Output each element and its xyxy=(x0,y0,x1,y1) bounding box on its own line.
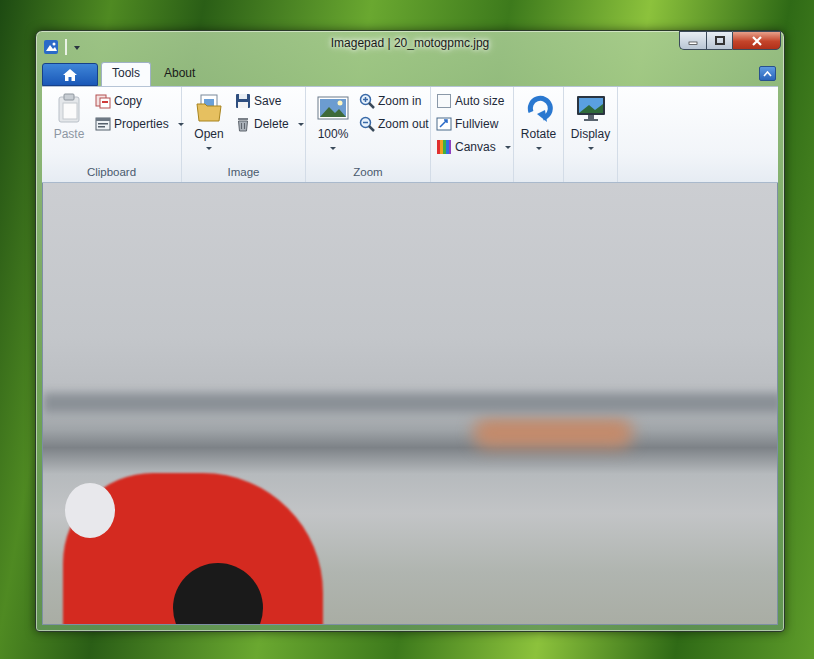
canvas-icon xyxy=(436,139,452,155)
app-window: Imagepad | 20_motogpmc.jpgToolsAboutPast… xyxy=(35,30,785,632)
button-label: Display xyxy=(571,127,610,141)
picture-icon xyxy=(317,92,349,124)
copy-icon xyxy=(95,93,111,109)
application-menu-button[interactable] xyxy=(42,63,98,86)
ribbon-button[interactable]: Open xyxy=(187,90,231,152)
helmet-shape xyxy=(65,483,115,538)
app-icon xyxy=(43,39,59,55)
group-content: Display xyxy=(564,87,617,165)
ribbon-button[interactable]: Zoom in xyxy=(359,91,429,111)
ribbon-tab[interactable]: Tools xyxy=(101,62,151,86)
desktop: Imagepad | 20_motogpmc.jpgToolsAboutPast… xyxy=(0,0,814,659)
group-content: Auto size Fullview Canvas xyxy=(431,87,513,165)
ribbon-group: Auto size Fullview Canvas xyxy=(431,87,514,182)
ribbon-group: Rotate xyxy=(514,87,564,182)
button-label: Auto size xyxy=(455,94,504,108)
chevron-up-icon xyxy=(763,71,772,77)
dropdown-arrow-icon xyxy=(206,147,212,150)
button-label: 100% xyxy=(318,127,349,141)
ribbon-group: 100% Zoom in Zoom out Zoom xyxy=(306,87,431,182)
ribbon-button[interactable]: 100% xyxy=(311,90,355,152)
group-label: Clipboard xyxy=(42,165,181,182)
minimize-button[interactable] xyxy=(679,31,706,50)
dropdown-arrow-icon xyxy=(588,147,594,150)
ribbon-group: Paste Copy Properties Clipboard xyxy=(42,87,182,182)
button-label: Paste xyxy=(54,127,85,141)
open-icon xyxy=(193,92,225,124)
customize-button[interactable] xyxy=(73,40,81,54)
group-label: Zoom xyxy=(306,165,430,182)
fullview-icon xyxy=(436,116,452,132)
monitor-icon xyxy=(575,92,607,124)
ribbon-button: Paste xyxy=(47,90,91,143)
button-label: Properties xyxy=(114,117,169,131)
button-label: Canvas xyxy=(455,140,496,154)
button-label: Zoom in xyxy=(378,94,421,108)
dropdown-arrow-icon xyxy=(73,45,81,51)
group-content: Rotate xyxy=(514,87,563,165)
ribbon-button[interactable]: Display xyxy=(569,90,613,152)
toolbar-separator xyxy=(65,39,67,55)
group-label: Image xyxy=(182,165,305,182)
paste-icon xyxy=(53,92,85,124)
minimize-ribbon-button[interactable] xyxy=(759,66,776,81)
rotate-icon xyxy=(523,92,555,124)
dropdown-arrow-icon xyxy=(505,146,511,149)
close-icon xyxy=(751,36,763,46)
zoom-in-icon xyxy=(359,93,375,109)
minimize-icon xyxy=(687,36,699,46)
blur-band xyxy=(43,393,778,413)
image-view xyxy=(42,183,778,625)
ribbon-button[interactable]: Copy xyxy=(95,91,184,111)
dropdown-arrow-icon xyxy=(178,123,184,126)
home-icon xyxy=(62,68,78,82)
ribbon: Paste Copy Properties Clipboard Open Save Dele… xyxy=(42,86,778,183)
group-content: 100% Zoom in Zoom out xyxy=(306,87,430,165)
ribbon-group: Open Save Delete Image xyxy=(182,87,306,182)
group-label xyxy=(564,165,617,182)
title-bar: Imagepad | 20_motogpmc.jpg xyxy=(42,31,778,62)
ribbon-button[interactable]: Save xyxy=(235,91,304,111)
close-button[interactable] xyxy=(732,31,781,50)
window-controls xyxy=(679,31,781,50)
dropdown-arrow-icon xyxy=(330,147,336,150)
quick-access-toolbar xyxy=(42,39,81,55)
button-column: Save Delete xyxy=(235,90,304,134)
button-label: Open xyxy=(194,127,223,141)
button-column: Auto size Fullview Canvas xyxy=(436,90,511,157)
ribbon-button[interactable]: Fullview xyxy=(436,114,511,134)
group-content: Open Save Delete xyxy=(182,87,305,165)
group-content: Paste Copy Properties xyxy=(42,87,181,165)
button-column: Zoom in Zoom out xyxy=(359,90,429,134)
button-label: Zoom out xyxy=(378,117,429,131)
ribbon-tabs: ToolsAbout xyxy=(42,62,778,86)
ribbon-group: Display xyxy=(564,87,618,182)
button-label: Save xyxy=(254,94,281,108)
blur-spot xyxy=(473,418,633,448)
maximize-icon xyxy=(714,36,726,46)
ribbon-button[interactable]: Rotate xyxy=(517,90,561,152)
ribbon-button[interactable]: Canvas xyxy=(436,137,511,157)
button-label: Fullview xyxy=(455,117,498,131)
button-column: Copy Properties xyxy=(95,90,184,134)
button-label: Delete xyxy=(254,117,289,131)
checkbox-icon xyxy=(436,93,452,109)
maximize-button[interactable] xyxy=(706,31,732,50)
checkbox[interactable]: Auto size xyxy=(436,91,511,111)
ribbon-button[interactable]: Zoom out xyxy=(359,114,429,134)
group-label xyxy=(431,165,513,182)
ribbon-button[interactable]: Properties xyxy=(95,114,184,134)
dropdown-arrow-icon xyxy=(298,123,304,126)
zoom-out-icon xyxy=(359,116,375,132)
dropdown-arrow-icon xyxy=(536,147,542,150)
properties-icon xyxy=(95,116,111,132)
save-icon xyxy=(235,93,251,109)
button-label: Rotate xyxy=(521,127,556,141)
trash-icon xyxy=(235,116,251,132)
group-label xyxy=(514,165,563,182)
button-label: Copy xyxy=(114,94,142,108)
ribbon-button[interactable]: Delete xyxy=(235,114,304,134)
ribbon-tab[interactable]: About xyxy=(154,63,205,86)
window-title: Imagepad | 20_motogpmc.jpg xyxy=(42,36,778,50)
